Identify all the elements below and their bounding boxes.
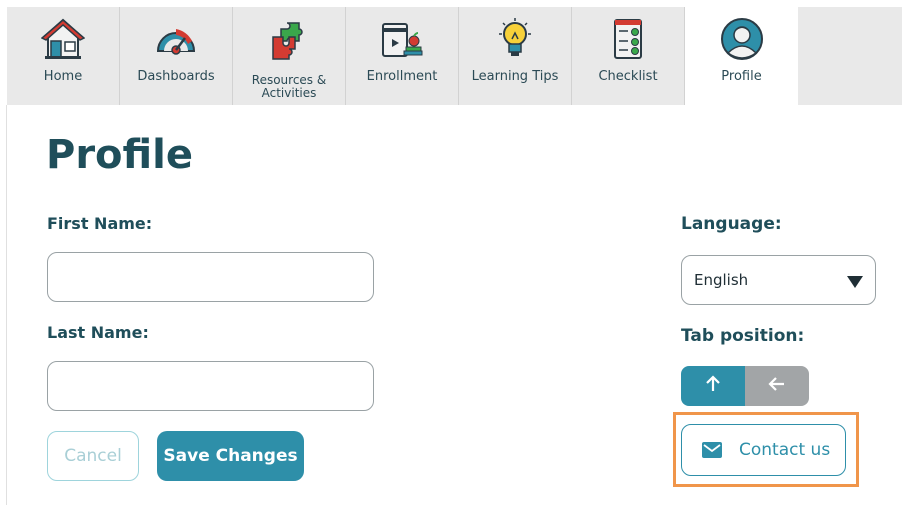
user-avatar-icon bbox=[720, 17, 764, 61]
tab-enrollment[interactable]: Enrollment bbox=[346, 7, 459, 105]
last-name-field[interactable] bbox=[47, 361, 374, 411]
tab-label: Dashboards bbox=[137, 69, 215, 84]
tab-position-left-button[interactable] bbox=[745, 366, 809, 406]
tab-label: Checklist bbox=[598, 69, 658, 84]
cancel-button[interactable]: Cancel bbox=[47, 431, 139, 481]
house-icon bbox=[41, 17, 85, 61]
gauge-icon bbox=[154, 17, 198, 61]
puzzle-icon bbox=[267, 17, 311, 61]
language-select[interactable]: English bbox=[681, 255, 876, 305]
tablet-books-icon bbox=[380, 17, 424, 61]
tab-bar: Home Dashboards Resources & Activities E… bbox=[7, 7, 902, 105]
tab-dashboards[interactable]: Dashboards bbox=[120, 7, 233, 105]
arrow-up-icon bbox=[704, 374, 722, 398]
tab-label: Home bbox=[43, 69, 83, 84]
checklist-icon bbox=[606, 17, 650, 61]
tab-profile[interactable]: Profile bbox=[685, 7, 798, 105]
page-title: Profile bbox=[46, 132, 194, 178]
last-name-label: Last Name: bbox=[47, 323, 149, 342]
tab-checklist[interactable]: Checklist bbox=[572, 7, 685, 105]
tab-label: Resources & Activities bbox=[251, 73, 327, 100]
envelope-icon bbox=[702, 442, 722, 458]
save-changes-button[interactable]: Save Changes bbox=[157, 431, 304, 481]
first-name-field[interactable] bbox=[47, 252, 374, 302]
arrow-left-icon bbox=[768, 375, 786, 398]
lightbulb-icon bbox=[493, 17, 537, 61]
contact-us-button[interactable]: Contact us bbox=[681, 424, 846, 476]
tab-label: Profile bbox=[721, 69, 762, 84]
language-selected-value: English bbox=[694, 271, 749, 289]
content-left-border bbox=[6, 105, 7, 505]
tab-position-label: Tab position: bbox=[681, 326, 805, 346]
tab-learning-tips[interactable]: Learning Tips bbox=[459, 7, 572, 105]
tab-home[interactable]: Home bbox=[7, 7, 120, 105]
tab-label: Learning Tips bbox=[471, 69, 559, 84]
contact-us-label: Contact us bbox=[739, 440, 831, 460]
first-name-label: First Name: bbox=[47, 214, 153, 233]
language-label: Language: bbox=[681, 214, 782, 234]
tab-label: Enrollment bbox=[366, 69, 438, 84]
caret-down-icon bbox=[847, 274, 863, 292]
tab-position-top-button[interactable] bbox=[681, 366, 745, 406]
tab-resources-activities[interactable]: Resources & Activities bbox=[233, 7, 346, 105]
